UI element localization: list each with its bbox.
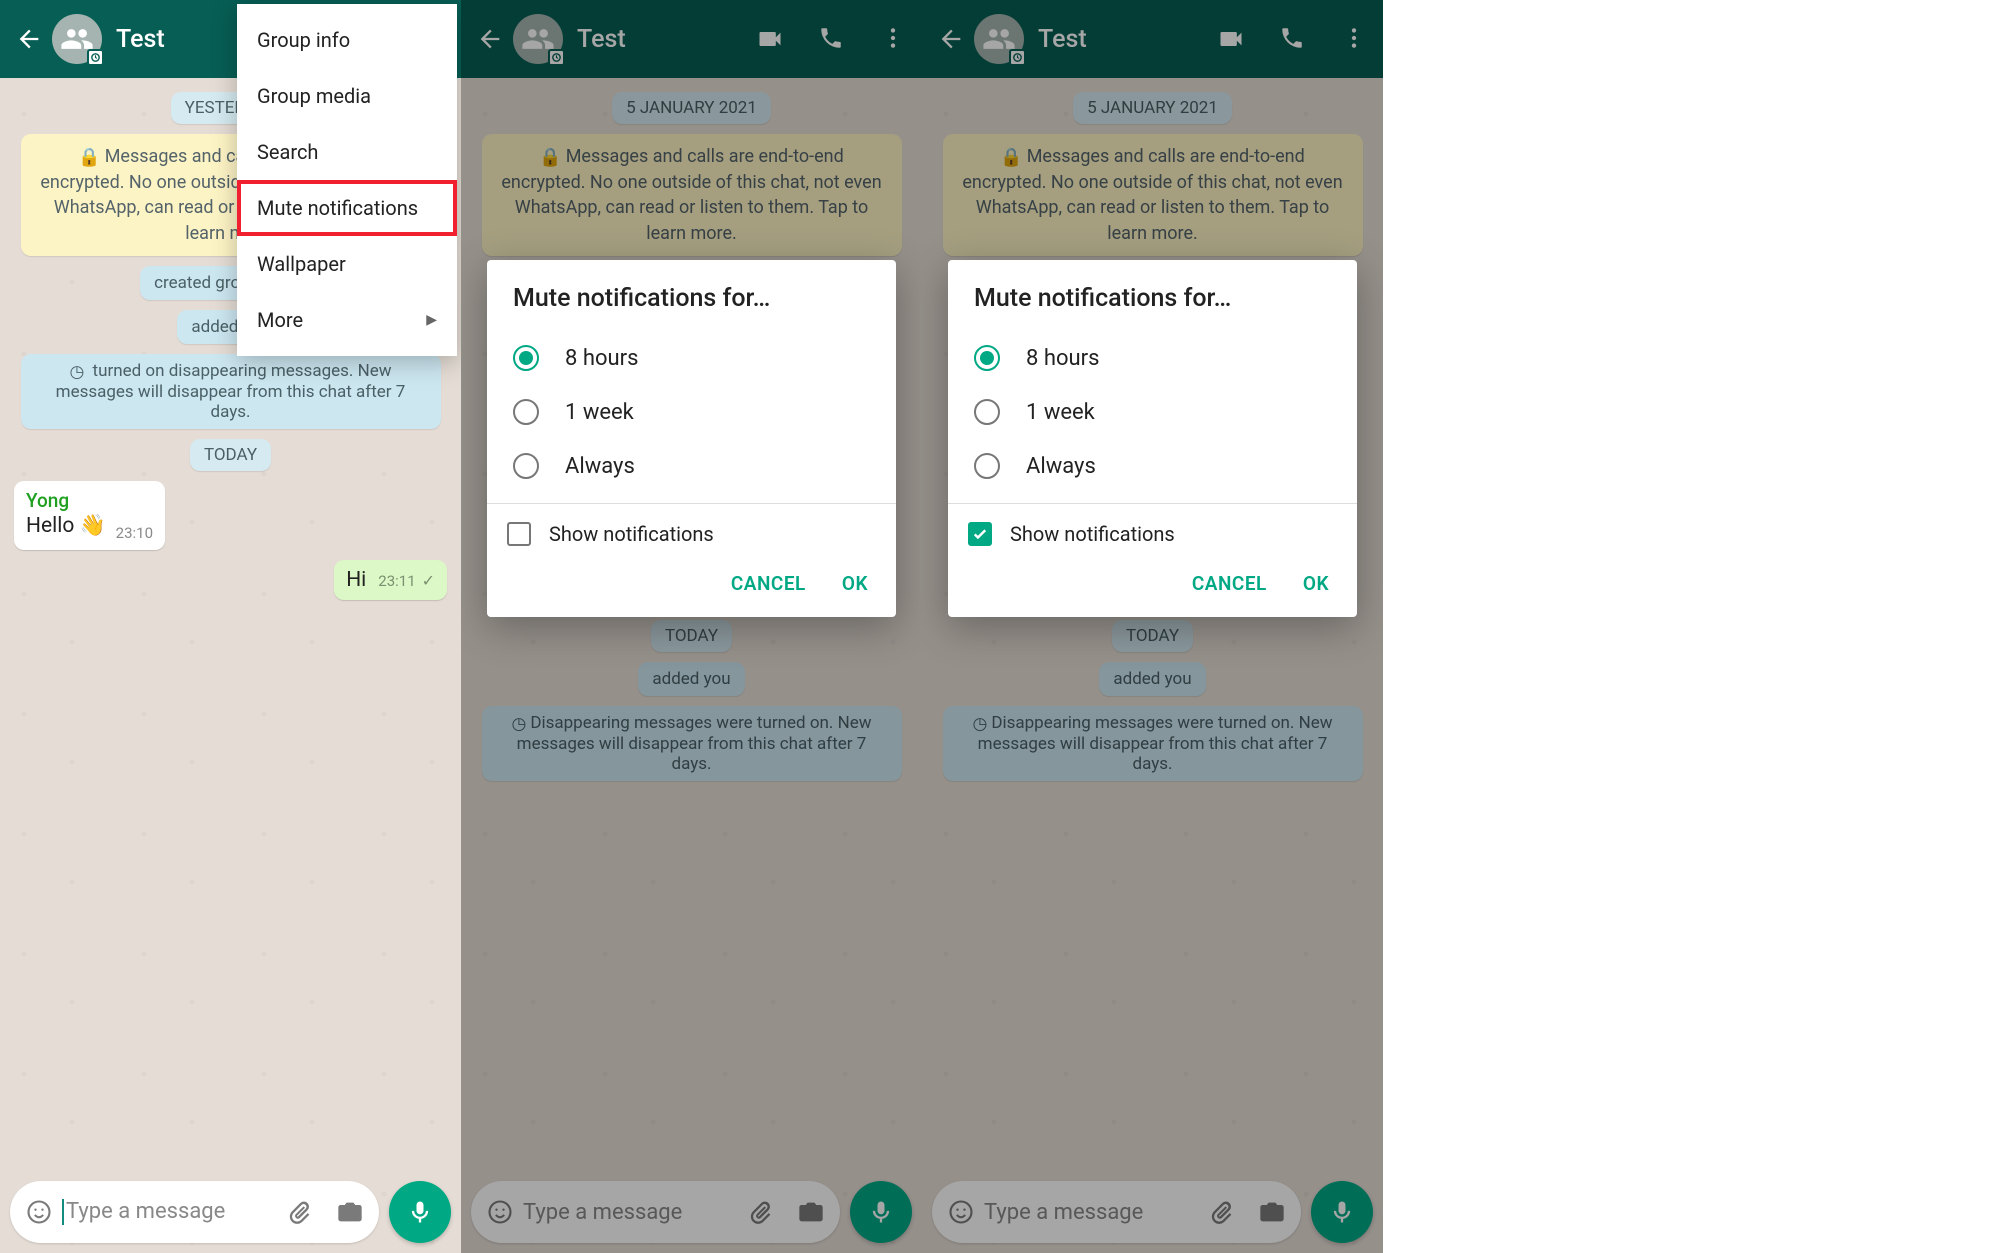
- cancel-button[interactable]: CANCEL: [1192, 572, 1267, 595]
- screen-dialog-checked: Test 5 JANUARY 2021 🔒Messages and calls …: [922, 0, 1383, 1253]
- mic-button[interactable]: [389, 1181, 451, 1243]
- radio-icon: [974, 453, 1000, 479]
- input-placeholder: Type a message: [62, 1199, 283, 1225]
- screen-dialog-unchecked: Test 5 JANUARY 2021 🔒Messages and calls …: [461, 0, 922, 1253]
- message-out[interactable]: Hi 23:11 ✓: [334, 560, 447, 600]
- chat-avatar[interactable]: [52, 14, 102, 64]
- delivered-tick-icon: ✓: [422, 571, 435, 590]
- message-time: 23:10: [116, 524, 153, 542]
- radio-always[interactable]: Always: [948, 439, 1357, 493]
- radio-1-week[interactable]: 1 week: [487, 385, 896, 439]
- checkbox-icon: [968, 522, 992, 546]
- message-sender: Yong: [26, 489, 153, 512]
- disappearing-badge-icon: [87, 49, 104, 66]
- menu-group-info[interactable]: Group info: [237, 12, 457, 68]
- radio-icon: [974, 345, 1000, 371]
- menu-group-media[interactable]: Group media: [237, 68, 457, 124]
- ok-button[interactable]: OK: [1303, 572, 1329, 595]
- lock-icon: 🔒: [78, 145, 100, 170]
- mute-dialog: Mute notifications for… 8 hours 1 week A…: [487, 260, 896, 617]
- overflow-menu: Group info Group media Search Mute notif…: [237, 4, 457, 356]
- system-disappearing: ◷ turned on disappearing messages. New m…: [21, 354, 441, 429]
- show-notifications-checkbox[interactable]: Show notifications: [948, 504, 1357, 552]
- clock-icon: ◷: [69, 362, 84, 382]
- message-text: Hi: [346, 568, 366, 592]
- radio-8-hours[interactable]: 8 hours: [487, 331, 896, 385]
- radio-always[interactable]: Always: [487, 439, 896, 493]
- checkbox-icon: [507, 522, 531, 546]
- radio-icon: [513, 399, 539, 425]
- date-separator: TODAY: [190, 439, 271, 471]
- chevron-right-icon: ▶: [426, 312, 437, 328]
- dialog-title: Mute notifications for…: [948, 260, 1357, 331]
- radio-1-week[interactable]: 1 week: [948, 385, 1357, 439]
- radio-icon: [513, 453, 539, 479]
- emoji-icon[interactable]: [24, 1197, 54, 1227]
- modal-scrim[interactable]: [922, 0, 1383, 1253]
- menu-more[interactable]: More▶: [237, 292, 457, 348]
- show-notifications-checkbox[interactable]: Show notifications: [487, 504, 896, 552]
- attach-icon[interactable]: [283, 1197, 313, 1227]
- ok-button[interactable]: OK: [842, 572, 868, 595]
- menu-wallpaper[interactable]: Wallpaper: [237, 236, 457, 292]
- radio-icon: [974, 399, 1000, 425]
- message-time: 23:11: [378, 572, 415, 590]
- camera-icon[interactable]: [335, 1197, 365, 1227]
- radio-icon: [513, 345, 539, 371]
- message-in[interactable]: Yong Hello 👋 23:10: [14, 481, 165, 550]
- screen-chat-menu: Test YESTERDAY 🔒Messages and calls are e…: [0, 0, 461, 1253]
- message-input[interactable]: Type a message: [10, 1181, 379, 1243]
- radio-8-hours[interactable]: 8 hours: [948, 331, 1357, 385]
- menu-search[interactable]: Search: [237, 124, 457, 180]
- menu-mute-notifications[interactable]: Mute notifications: [237, 180, 457, 236]
- message-text: Hello 👋: [26, 514, 106, 538]
- modal-scrim[interactable]: [461, 0, 922, 1253]
- dialog-title: Mute notifications for…: [487, 260, 896, 331]
- back-arrow-icon[interactable]: [14, 24, 44, 54]
- cancel-button[interactable]: CANCEL: [731, 572, 806, 595]
- mute-dialog: Mute notifications for… 8 hours 1 week A…: [948, 260, 1357, 617]
- input-bar: Type a message: [10, 1181, 451, 1243]
